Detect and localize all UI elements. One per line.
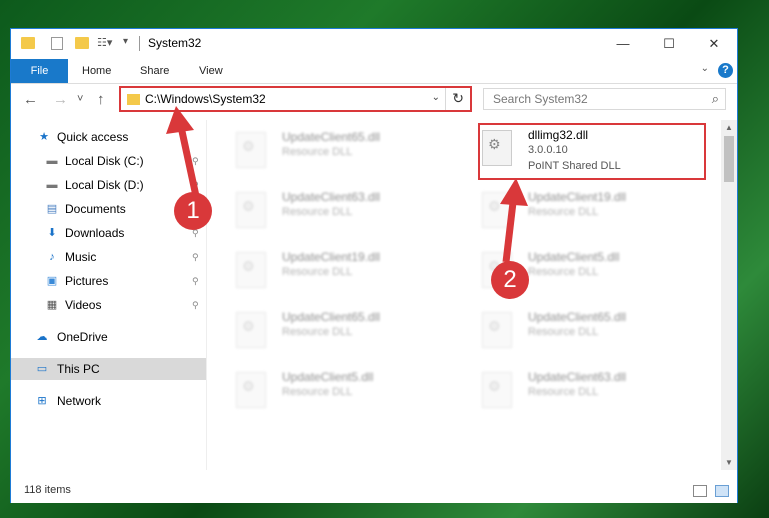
arrow-1-shaft	[176, 121, 200, 197]
arrow-2-head	[500, 178, 528, 206]
annotation-arrows	[166, 106, 528, 263]
arrow-1-head	[166, 106, 194, 134]
callout-1: 1	[174, 192, 212, 230]
callout-2: 2	[491, 261, 529, 299]
